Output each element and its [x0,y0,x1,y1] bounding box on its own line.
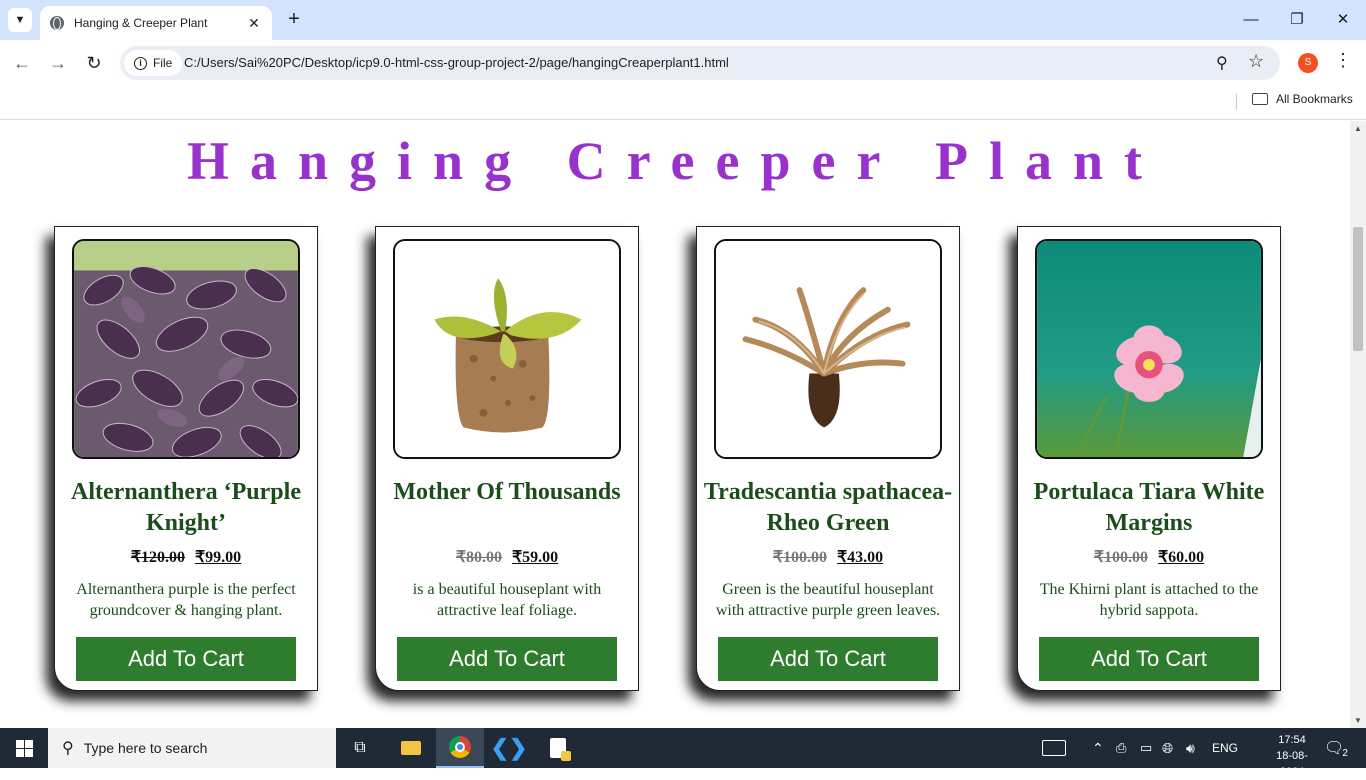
globe-icon [50,16,64,30]
notification-count: 2 [1342,747,1348,759]
product-card: Alternanthera ‘Purple Knight’ ₹120.00 ₹99… [54,226,318,691]
original-price: ₹100.00 [772,549,827,566]
notification-center[interactable]: 🗨︎ 2 [1324,728,1348,768]
tab-search-button[interactable]: ▼ [8,8,32,32]
tab-strip: ▼ Hanging & Creeper Plant ✕ + — ❐ ✕ [0,0,1366,40]
new-tab-button[interactable]: + [284,9,304,29]
product-price: ₹100.00 ₹43.00 [697,547,959,567]
product-name: Alternanthera ‘Purple Knight’ [71,479,301,536]
tradescantia-image [716,241,940,457]
folder-icon [1252,93,1268,105]
product-card: Mother Of Thousands ₹80.00 ₹59.00 is a be… [375,226,639,691]
bookmark-star-icon[interactable]: ☆ [1248,51,1264,72]
meet-now-icon[interactable]: ⎙ [1116,728,1126,768]
scroll-up-icon[interactable]: ▲ [1354,124,1362,133]
vscode-icon[interactable]: ❮❯ [485,728,533,768]
page-title: Hanging Creeper Plant [187,131,1163,191]
keyboard-icon[interactable] [1042,728,1066,768]
all-bookmarks-label: All Bookmarks [1276,92,1353,106]
product-description: The Khirni plant is attached to the hybr… [1039,581,1259,619]
sale-price: ₹59.00 [512,549,559,566]
product-image [393,239,621,459]
scroll-down-icon[interactable]: ▼ [1354,716,1362,725]
menu-kebab-icon[interactable]: ⋮ [1334,50,1352,71]
product-name: Mother Of Thousands [393,479,621,505]
bookmarks-divider [1236,94,1237,110]
product-price: ₹100.00 ₹60.00 [1018,547,1280,567]
site-info-label: File [153,56,173,70]
add-to-cart-button[interactable]: Add To Cart [76,637,296,681]
chevron-up-icon[interactable]: ⌃ [1092,728,1104,768]
windows-taskbar: ⚲ Type here to search ⧉ ❮❯ ⌃ ⎙ ▭ 🌐︎ 🔊︎ E… [0,728,1366,778]
product-price: ₹80.00 ₹59.00 [376,547,638,567]
start-button[interactable] [0,728,48,768]
battery-icon[interactable]: ▭ [1140,728,1152,768]
add-to-cart-button[interactable]: Add To Cart [718,637,938,681]
info-icon: i [134,56,147,70]
task-view-icon[interactable]: ⧉ [336,728,384,768]
url-text[interactable]: C:/Users/Sai%20PC/Desktop/icp9.0-html-cs… [184,55,729,70]
zoom-icon[interactable]: ⚲ [1216,53,1228,73]
sale-price: ₹60.00 [1158,549,1205,566]
original-price: ₹100.00 [1093,549,1148,566]
restore-button[interactable]: ❐ [1282,8,1312,32]
network-globe-icon[interactable]: 🌐︎ [1162,728,1173,768]
tab-title: Hanging & Creeper Plant [74,16,208,30]
original-price: ₹120.00 [130,549,185,566]
product-image [1035,239,1263,459]
site-info-chip[interactable]: i File [124,50,183,76]
search-icon: ⚲ [62,740,74,757]
purple-foliage-image [74,241,298,457]
product-price: ₹120.00 ₹99.00 [55,547,317,567]
taskbar-search[interactable]: ⚲ Type here to search [48,728,336,768]
page-scrollbar[interactable]: ▲ ▼ [1350,121,1366,728]
language-indicator[interactable]: ENG [1212,728,1238,768]
product-card: Tradescantia spathacea- Rheo Green ₹100.… [696,226,960,691]
file-explorer-icon[interactable] [387,728,435,768]
system-clock[interactable]: 17:54 18-08-2024 [1266,732,1318,780]
minimize-button[interactable]: — [1236,8,1266,32]
chevron-down-icon: ▼ [14,14,26,26]
sale-price: ₹43.00 [837,549,884,566]
close-tab-icon[interactable]: ✕ [246,15,262,32]
product-name: Portulaca Tiara White Margins [1033,479,1265,536]
sale-price: ₹99.00 [195,549,242,566]
volume-icon[interactable]: 🔊︎ [1186,728,1195,768]
succulent-plug-image [395,241,619,457]
portulaca-flower-image [1037,241,1261,457]
address-bar[interactable]: i File C:/Users/Sai%20PC/Desktop/icp9.0-… [120,46,1280,80]
notification-icon: 🗨︎ [1324,740,1345,757]
product-description: Alternanthera purple is the perfect grou… [76,581,296,619]
product-image [714,239,942,459]
product-image [72,239,300,459]
document-app-icon[interactable] [534,728,582,768]
back-button[interactable]: ← [10,51,34,75]
page-viewport: Hanging Creeper Plant Alternanthera ‘Pur… [0,121,1350,728]
active-tab[interactable]: Hanging & Creeper Plant ✕ [40,6,272,40]
product-card: Portulaca Tiara White Margins ₹100.00 ₹60… [1017,226,1281,691]
product-description: is a beautiful houseplant with attractiv… [412,581,602,619]
product-description: Green is the beautiful houseplant with a… [715,581,941,619]
search-placeholder: Type here to search [83,740,208,756]
forward-button[interactable]: → [46,51,70,75]
clock-time: 17:54 [1278,734,1306,746]
bookmarks-bar: All Bookmarks [0,86,1366,120]
scrollbar-thumb[interactable] [1353,227,1363,351]
original-price: ₹80.00 [455,549,502,566]
chrome-icon[interactable] [436,728,484,768]
all-bookmarks-button[interactable]: All Bookmarks [1252,92,1353,106]
product-name: Tradescantia spathacea- Rheo Green [703,479,953,536]
clock-date: 18-08-2024 [1276,750,1308,778]
browser-toolbar: ← → ↻ i File C:/Users/Sai%20PC/Desktop/i… [0,40,1366,86]
windows-logo-icon [15,739,33,757]
close-window-button[interactable]: ✕ [1328,8,1358,32]
reload-button[interactable]: ↻ [82,51,106,75]
profile-avatar[interactable]: S [1298,53,1318,73]
add-to-cart-button[interactable]: Add To Cart [397,637,617,681]
add-to-cart-button[interactable]: Add To Cart [1039,637,1259,681]
